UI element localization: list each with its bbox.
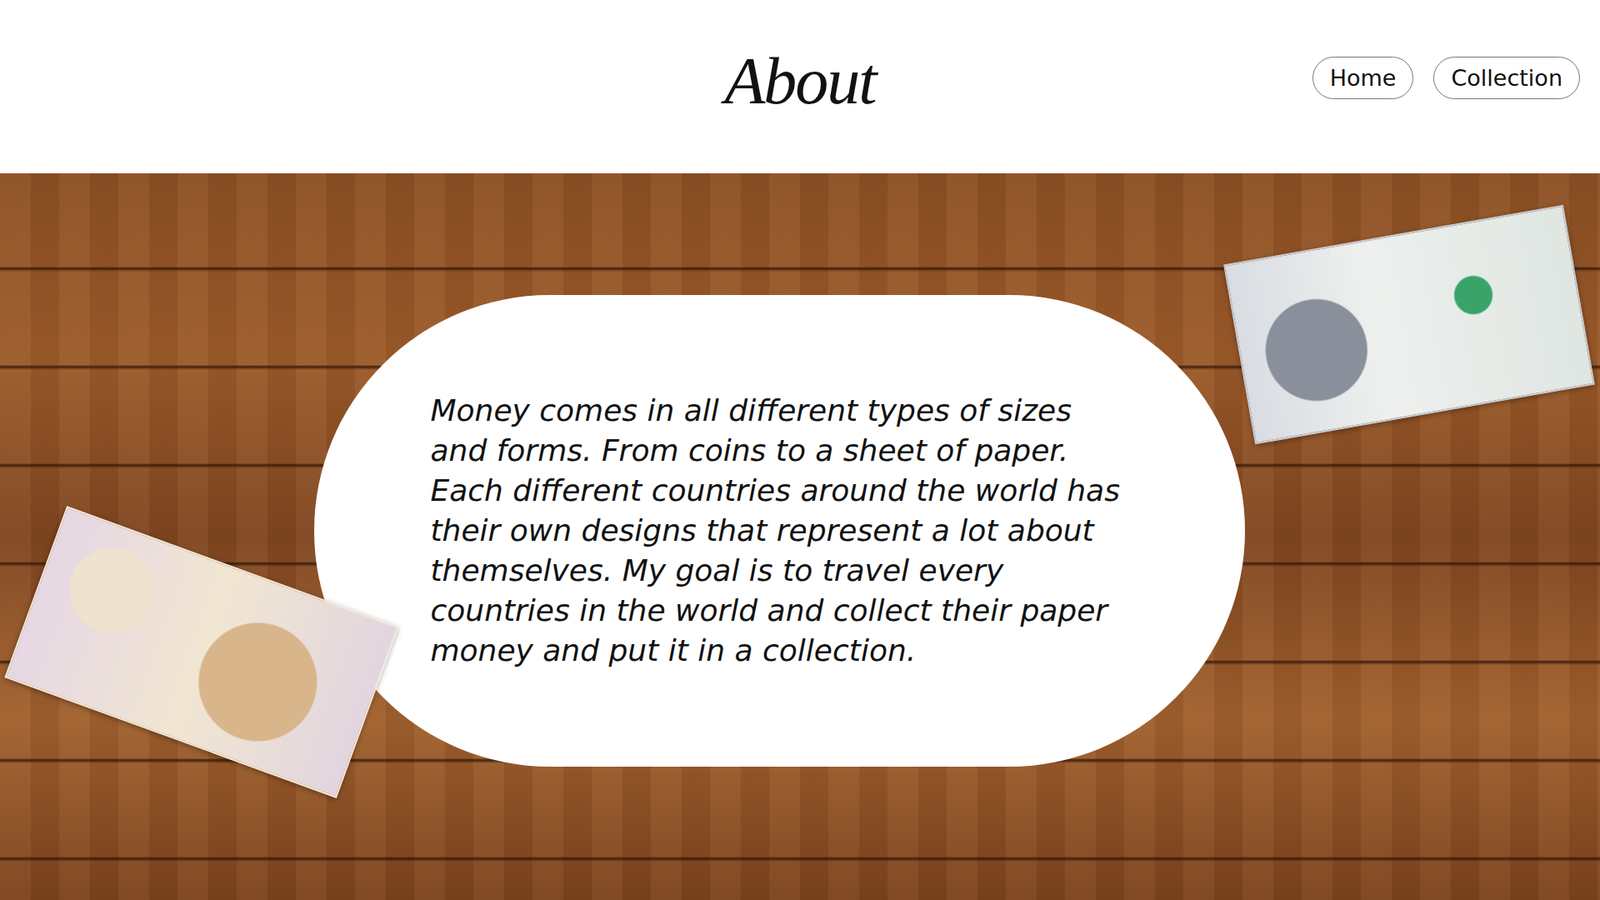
dollar-bill-photo (1223, 205, 1595, 445)
header: About Home Collection (0, 0, 1600, 174)
about-text: Money comes in all different types of si… (430, 390, 1129, 671)
desk-background: Money comes in all different types of si… (0, 173, 1600, 900)
about-bubble: Money comes in all different types of si… (314, 295, 1245, 767)
nav: Home Collection (1312, 56, 1580, 100)
nav-button[interactable]: Home (1312, 56, 1415, 100)
page-title: About (724, 43, 875, 120)
nav-button[interactable]: Collection (1433, 56, 1580, 100)
